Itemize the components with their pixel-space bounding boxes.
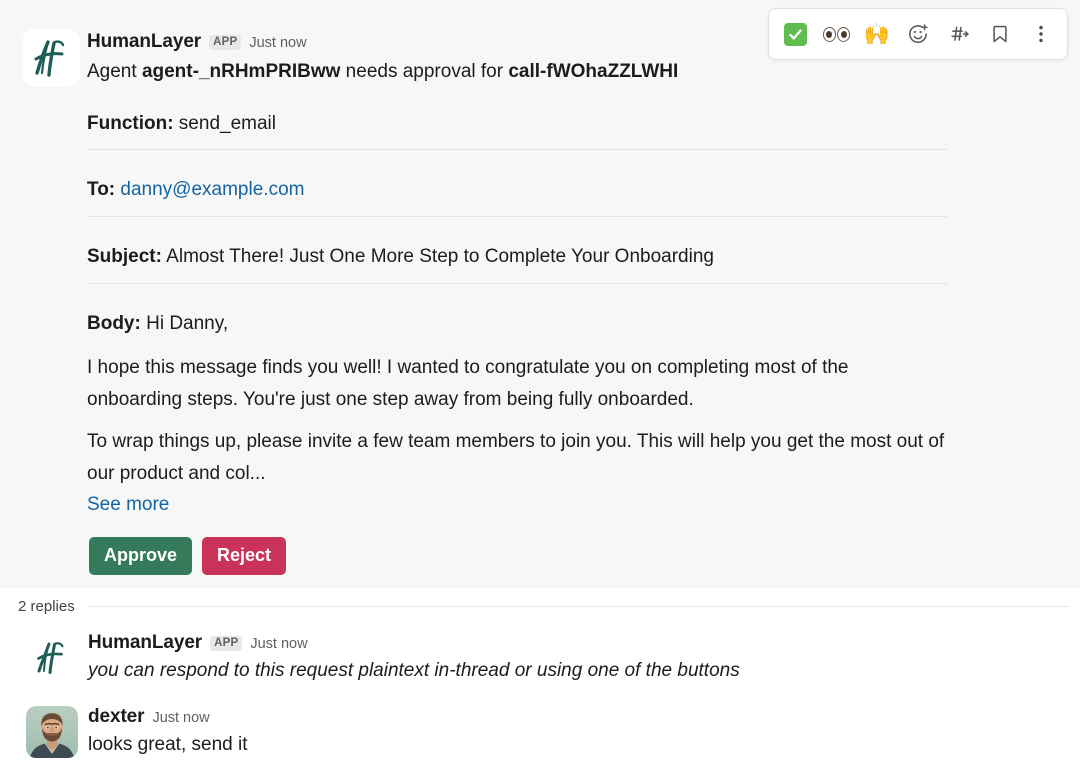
add-reaction-icon xyxy=(909,24,928,43)
field-to-value[interactable]: danny@example.com xyxy=(115,179,304,200)
avatar-humanlayer[interactable] xyxy=(22,29,80,87)
raised-hands-icon: 🙌 xyxy=(863,21,891,46)
reply-body: you can respond to this request plaintex… xyxy=(88,660,740,681)
eyes-icon xyxy=(822,26,850,42)
reply-timestamp[interactable]: Just now xyxy=(152,710,209,726)
approval-actions: Approve Reject xyxy=(89,537,287,575)
app-badge: APP xyxy=(209,35,242,50)
body-paragraph: To wrap things up, please invite a few t… xyxy=(87,431,945,484)
message-timestamp[interactable]: Just now xyxy=(249,35,306,51)
field-function: Function: send_email xyxy=(87,110,947,137)
save-message-button[interactable] xyxy=(981,15,1019,53)
share-to-channel-icon xyxy=(951,26,969,41)
field-divider xyxy=(87,283,947,284)
reply-header: HumanLayer APP Just now xyxy=(88,632,308,654)
humanlayer-logo-icon xyxy=(26,632,78,684)
raised-hands-reaction-button[interactable]: 🙌 xyxy=(858,15,896,53)
more-actions-icon xyxy=(1039,25,1043,43)
field-body: Body: Hi Danny, xyxy=(87,310,947,337)
dexter-avatar-icon xyxy=(26,706,78,758)
body-paragraph: I hope this message finds you well! I wa… xyxy=(87,357,849,410)
parent-message: HumanLayer APP Just now Agent agent-_nRH… xyxy=(0,0,1080,588)
approve-button[interactable]: Approve xyxy=(89,537,193,575)
humanlayer-logo-icon xyxy=(22,29,80,87)
bookmark-icon xyxy=(993,25,1007,43)
share-message-button[interactable] xyxy=(940,15,978,53)
reply-sender-name[interactable]: HumanLayer xyxy=(88,632,202,654)
white-check-mark-icon xyxy=(783,22,807,46)
field-function-value: send_email xyxy=(173,113,276,134)
reply-timestamp[interactable]: Just now xyxy=(250,636,307,652)
headline-prefix: Agent xyxy=(87,61,142,82)
reject-button[interactable]: Reject xyxy=(202,537,287,575)
avatar-dexter[interactable] xyxy=(26,706,78,758)
eyes-reaction-button[interactable] xyxy=(817,15,855,53)
reply-sender-name[interactable]: dexter xyxy=(88,706,145,728)
replies-count-label[interactable]: 2 replies xyxy=(18,598,75,615)
field-body-label: Body: xyxy=(87,313,141,334)
sender-name[interactable]: HumanLayer xyxy=(87,31,201,53)
replies-divider-row: 2 replies xyxy=(18,598,1070,615)
call-id: call-fWOhaZZLWHI xyxy=(508,61,679,82)
message-header: HumanLayer APP Just now xyxy=(87,31,307,53)
field-divider xyxy=(87,149,947,150)
replies-rule xyxy=(86,606,1070,607)
message-hover-toolbar: 🙌 xyxy=(768,8,1068,60)
field-function-label: Function: xyxy=(87,113,174,134)
field-body-value: Hi Danny, xyxy=(140,313,229,334)
reply-body: looks great, send it xyxy=(88,734,248,755)
white-check-mark-reaction-button[interactable] xyxy=(776,15,814,53)
see-more-link[interactable]: See more xyxy=(87,492,169,517)
field-to: To: danny@example.com xyxy=(87,176,947,203)
approval-headline: Agent agent-_nRHmPRIBww needs approval f… xyxy=(87,58,678,85)
field-subject: Subject: Almost There! Just One More Ste… xyxy=(87,243,947,270)
agent-id: agent-_nRHmPRIBww xyxy=(141,61,341,82)
avatar-humanlayer[interactable] xyxy=(26,632,78,684)
field-subject-value: Almost There! Just One More Step to Comp… xyxy=(161,246,714,267)
field-divider xyxy=(87,216,947,217)
reply-header: dexter Just now xyxy=(88,706,210,728)
headline-middle: needs approval for xyxy=(340,61,509,82)
thread-replies: 2 replies HumanLayer APP Just now you ca… xyxy=(0,588,1080,777)
add-reaction-button[interactable] xyxy=(899,15,937,53)
field-to-label: To: xyxy=(87,179,116,200)
slack-thread-view: HumanLayer APP Just now Agent agent-_nRH… xyxy=(0,0,1080,777)
more-actions-button[interactable] xyxy=(1022,15,1060,53)
reply-app-badge: APP xyxy=(210,636,243,651)
field-subject-label: Subject: xyxy=(87,246,162,267)
